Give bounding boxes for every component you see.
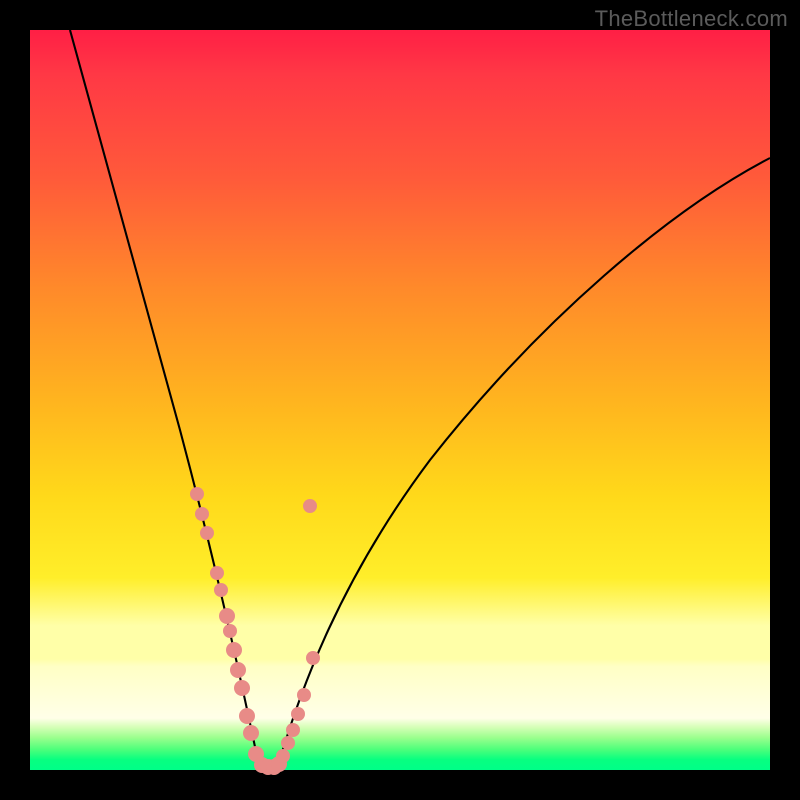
data-dot (195, 507, 209, 521)
data-dot (234, 680, 250, 696)
data-dot (306, 651, 320, 665)
data-dot (239, 708, 255, 724)
data-dot (200, 526, 214, 540)
data-dot (276, 749, 290, 763)
dots-group (190, 487, 320, 775)
data-dot (219, 608, 235, 624)
plot-area (30, 30, 770, 770)
data-dot (210, 566, 224, 580)
data-dot (303, 499, 317, 513)
data-dot (281, 736, 295, 750)
data-dot (190, 487, 204, 501)
data-dot (291, 707, 305, 721)
data-dot (223, 624, 237, 638)
data-dot (297, 688, 311, 702)
data-dot (286, 723, 300, 737)
curves-svg (30, 30, 770, 770)
right-curve (278, 158, 770, 766)
data-dot (230, 662, 246, 678)
chart-frame: TheBottleneck.com (0, 0, 800, 800)
data-dot (214, 583, 228, 597)
data-dot (243, 725, 259, 741)
watermark: TheBottleneck.com (595, 6, 788, 32)
data-dot (226, 642, 242, 658)
